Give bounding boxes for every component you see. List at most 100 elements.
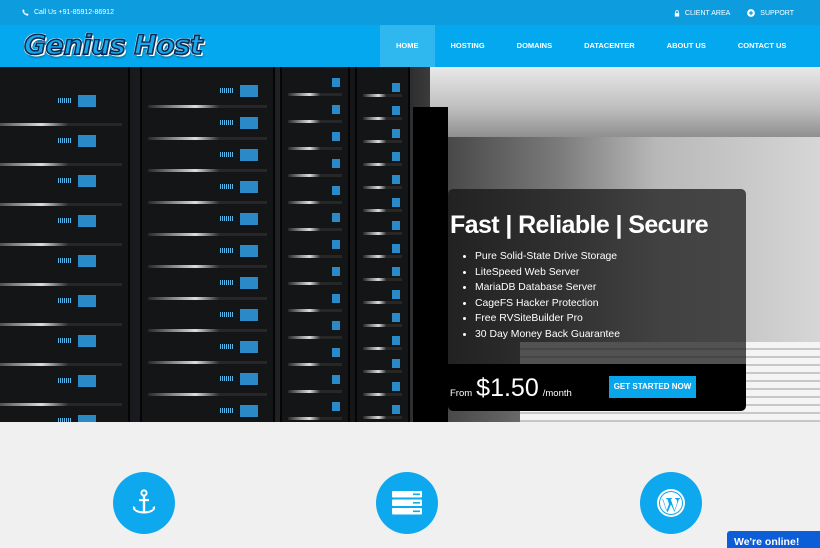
rack-led-panel bbox=[78, 375, 96, 387]
nav-contact-us[interactable]: CONTACT US bbox=[722, 25, 803, 67]
rack-led-panel bbox=[392, 106, 400, 115]
rack-led-panel bbox=[332, 186, 340, 195]
rack-unit bbox=[288, 390, 342, 393]
rack-status-dots bbox=[58, 178, 72, 183]
rack-led-panel bbox=[78, 215, 96, 227]
rack-led-panel bbox=[332, 267, 340, 276]
rack-led-panel bbox=[240, 85, 258, 97]
rack-led-panel bbox=[240, 245, 258, 257]
rack-unit bbox=[0, 403, 122, 406]
feature-item: Pure Solid-State Drive Storage bbox=[463, 249, 620, 265]
rack-led-panel bbox=[332, 78, 340, 87]
rack-unit bbox=[288, 147, 342, 150]
client-area-link[interactable]: CLIENT AREA bbox=[674, 10, 730, 17]
rack-status-dots bbox=[220, 408, 234, 413]
feature-item: 30 Day Money Back Guarantee bbox=[463, 327, 620, 343]
rack-unit bbox=[0, 323, 122, 326]
rack-led-panel bbox=[240, 213, 258, 225]
rack-status-dots bbox=[58, 98, 72, 103]
rack-unit bbox=[288, 309, 342, 312]
main-nav: HOME HOSTING DOMAINS DATACENTER ABOUT US… bbox=[380, 25, 802, 67]
lock-icon bbox=[674, 9, 680, 17]
feature-item: LiteSpeed Web Server bbox=[463, 265, 620, 281]
rack-unit bbox=[148, 265, 267, 268]
rack-status-dots bbox=[58, 138, 72, 143]
rack-unit bbox=[363, 209, 402, 212]
rack-unit bbox=[148, 169, 267, 172]
rack-led-panel bbox=[78, 175, 96, 187]
feature-item: MariaDB Database Server bbox=[463, 280, 620, 296]
rack-status-dots bbox=[220, 120, 234, 125]
hero-ceiling-backdrop bbox=[430, 67, 820, 137]
logo[interactable]: Genius Host bbox=[23, 29, 203, 62]
nav-domains[interactable]: DOMAINS bbox=[501, 25, 568, 67]
hero-headline: Fast | Reliable | Secure bbox=[450, 211, 709, 239]
rack-status-dots bbox=[58, 218, 72, 223]
rack-unit bbox=[363, 416, 402, 419]
nav-datacenter[interactable]: DATACENTER bbox=[568, 25, 651, 67]
rack-unit bbox=[0, 203, 122, 206]
rack-led-panel bbox=[240, 277, 258, 289]
price-amount: $1.50 bbox=[476, 374, 539, 402]
rack-unit bbox=[363, 301, 402, 304]
price-suffix: /month bbox=[542, 388, 572, 399]
support-link[interactable]: SUPPORT bbox=[747, 9, 794, 17]
rack-led-panel bbox=[78, 295, 96, 307]
live-chat-tab[interactable]: We're online! bbox=[727, 531, 820, 548]
rack-led-panel bbox=[392, 198, 400, 207]
rack-led-panel bbox=[78, 135, 96, 147]
rack-unit bbox=[148, 137, 267, 140]
rack-led-panel bbox=[240, 341, 258, 353]
rack-status-dots bbox=[58, 378, 72, 383]
rack-status-dots bbox=[58, 298, 72, 303]
call-us-text: Call Us +91-85912-86912 bbox=[34, 9, 114, 16]
get-started-button[interactable]: GET STARTED NOW bbox=[609, 376, 696, 398]
call-us[interactable]: Call Us +91-85912-86912 bbox=[22, 9, 114, 16]
rack-led-panel bbox=[332, 375, 340, 384]
hero-banner: Fast | Reliable | Secure Pure Solid-Stat… bbox=[0, 67, 820, 422]
rack-status-dots bbox=[220, 216, 234, 221]
rack-unit bbox=[363, 163, 402, 166]
feature-server[interactable] bbox=[376, 472, 438, 534]
rack-led-panel bbox=[392, 244, 400, 253]
plus-circle-icon bbox=[747, 9, 756, 17]
server-rack bbox=[355, 67, 410, 422]
rack-led-panel bbox=[332, 159, 340, 168]
rack-unit bbox=[363, 94, 402, 97]
rack-unit bbox=[288, 228, 342, 231]
rack-led-panel bbox=[332, 105, 340, 114]
rack-led-panel bbox=[332, 348, 340, 357]
rack-unit bbox=[288, 174, 342, 177]
feature-wordpress[interactable] bbox=[640, 472, 702, 534]
feature-list: Pure Solid-State Drive Storage LiteSpeed… bbox=[463, 249, 620, 343]
rack-led-panel bbox=[240, 373, 258, 385]
rack-status-dots bbox=[220, 280, 234, 285]
rack-led-panel bbox=[392, 382, 400, 391]
client-area-label: CLIENT AREA bbox=[684, 9, 731, 17]
rack-led-panel bbox=[392, 83, 400, 92]
rack-led-panel bbox=[392, 221, 400, 230]
anchor-icon bbox=[133, 489, 155, 514]
nav-hosting[interactable]: HOSTING bbox=[435, 25, 501, 67]
rack-unit bbox=[148, 297, 267, 300]
rack-unit bbox=[363, 393, 402, 396]
nav-home[interactable]: HOME bbox=[380, 25, 435, 67]
rack-unit bbox=[148, 393, 267, 396]
features-section bbox=[0, 422, 820, 548]
rack-unit bbox=[0, 163, 122, 166]
feature-anchor[interactable] bbox=[113, 472, 175, 534]
rack-status-dots bbox=[220, 344, 234, 349]
rack-led-panel bbox=[392, 175, 400, 184]
rack-unit bbox=[363, 324, 402, 327]
rack-status-dots bbox=[220, 376, 234, 381]
rack-led-panel bbox=[78, 335, 96, 347]
phone-icon bbox=[22, 9, 29, 16]
rack-led-panel bbox=[332, 240, 340, 249]
feature-item: CageFS Hacker Protection bbox=[463, 296, 620, 312]
nav-about-us[interactable]: ABOUT US bbox=[651, 25, 722, 67]
server-rack bbox=[0, 67, 130, 422]
rack-unit bbox=[0, 283, 122, 286]
rack-unit bbox=[288, 201, 342, 204]
feature-item: Free RVSiteBuilder Pro bbox=[463, 311, 620, 327]
rack-unit bbox=[148, 201, 267, 204]
